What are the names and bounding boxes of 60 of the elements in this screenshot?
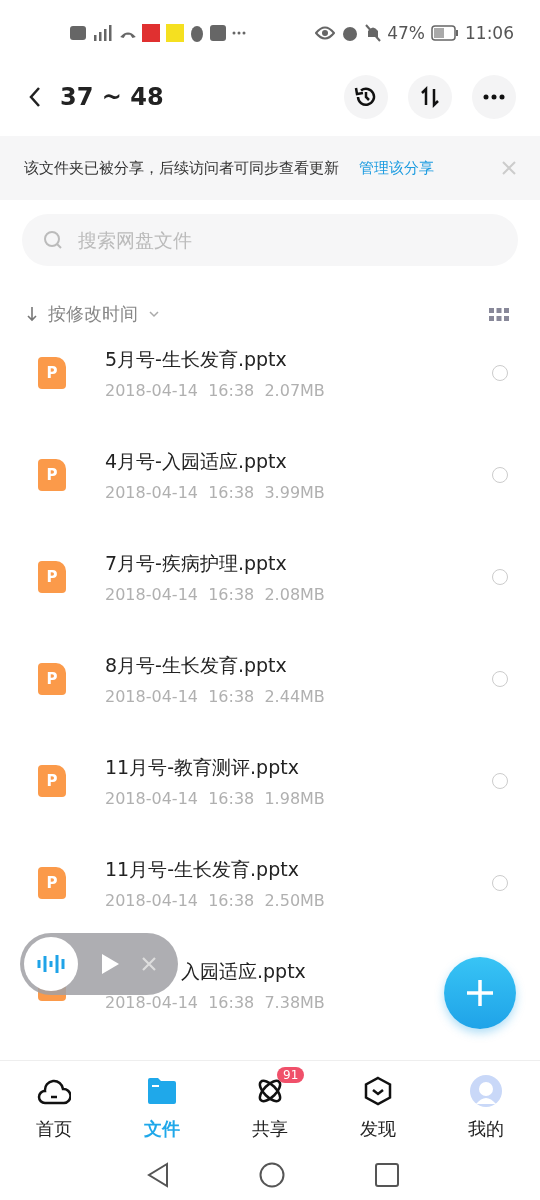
file-details: 2018-04-14 16:38 3.99MB [105,482,325,502]
count-badge: 91 [277,1067,305,1083]
sort-button[interactable] [408,75,452,119]
file-details: 2018-04-14 16:38 1.98MB [105,788,325,808]
voice-wave-icon[interactable] [24,937,78,991]
file-name[interactable]: 5月号-生长发育.pptx [105,346,325,373]
nav-tab[interactable]: 我的 [432,1061,540,1151]
chevron-down-icon [148,310,160,318]
sort-dropdown[interactable]: 按修改时间 [26,302,160,326]
plus-icon [465,978,495,1008]
close-icon[interactable] [142,957,156,971]
share-message: 该文件夹已被分享，后续访问者可同步查看更新 [24,158,339,178]
down-arrow-icon [26,306,38,322]
close-icon[interactable] [502,161,516,175]
signal-icon [92,25,114,41]
search-field[interactable]: 搜索网盘文件 [22,214,518,266]
app-icon [166,24,184,42]
nav-tab[interactable]: 首页 [0,1061,108,1151]
add-button[interactable] [444,957,516,1029]
hexagon-icon [363,1076,393,1106]
file-name[interactable]: 8月号-生长发育.pptx [105,652,325,679]
play-icon[interactable] [100,953,120,975]
battery-icon [431,25,459,41]
pptx-file-icon: P [38,867,66,899]
back-nav-icon[interactable] [147,1162,169,1188]
file-name[interactable]: 入园适应.pptx [181,958,325,985]
file-details: 2018-04-14 16:38 2.07MB [105,380,325,400]
recents-nav-icon[interactable] [375,1163,399,1187]
avatar-icon [469,1074,503,1108]
file-details: 2018-04-14 16:38 2.50MB [105,890,325,910]
pptx-file-icon: P [38,357,66,389]
folder-title: 37 ~ 48 [60,83,164,111]
eye-icon [315,26,336,40]
nav-tab[interactable]: 发现 [324,1061,432,1151]
grid-view-icon[interactable] [489,307,509,321]
file-details: 2018-04-14 16:38 7.38MB [105,992,325,1012]
pptx-file-icon: P [38,765,66,797]
home-nav-icon[interactable] [259,1162,285,1188]
folder-icon [147,1077,177,1105]
history-button[interactable] [344,75,388,119]
battery-percent: 47% [387,23,425,43]
pptx-file-icon: P [38,459,66,491]
file-name[interactable]: 7月号-疾病护理.pptx [105,550,325,577]
more-button[interactable] [472,75,516,119]
file-name[interactable]: 11月号-教育测评.pptx [105,754,325,781]
back-icon [28,86,42,108]
nav-tab[interactable]: 91 共享 [216,1061,324,1151]
app-icon [210,25,226,41]
more-icon [483,94,505,100]
pptx-file-icon: P [38,663,66,695]
file-name[interactable]: 4月号-入园适应.pptx [105,448,325,475]
search-icon [42,229,64,251]
file-details: 2018-04-14 16:38 2.08MB [105,584,325,604]
file-name[interactable]: 11月号-生长发育.pptx [105,856,325,883]
pptx-file-icon: P [38,561,66,593]
app-icon [142,24,160,42]
file-details: 2018-04-14 16:38 2.44MB [105,686,325,706]
clock: 11:06 [465,23,514,43]
more-icon [232,31,246,35]
bell-off-icon [365,24,382,42]
